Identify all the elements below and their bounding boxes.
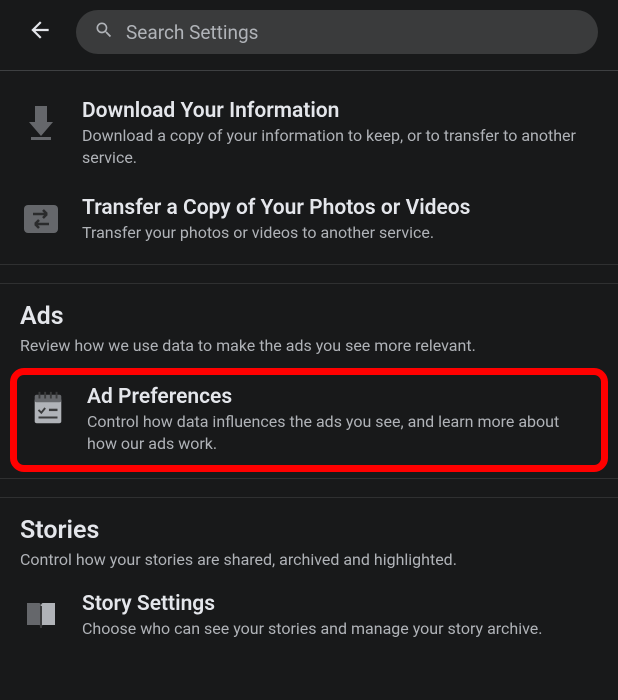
- download-icon: [20, 101, 62, 143]
- item-text: Download Your Information Download a cop…: [82, 99, 598, 168]
- search-placeholder: Search Settings: [126, 21, 258, 44]
- section-description: Control how your stories are shared, arc…: [20, 549, 598, 571]
- story-settings-item[interactable]: Story Settings Choose who can see your s…: [0, 578, 618, 654]
- item-text: Story Settings Choose who can see your s…: [82, 592, 598, 640]
- arrow-left-icon: [27, 17, 53, 47]
- item-text: Ad Preferences Control how data influenc…: [87, 385, 591, 454]
- item-title: Download Your Information: [82, 99, 598, 123]
- transfer-copy-item[interactable]: Transfer a Copy of Your Photos or Videos…: [0, 182, 618, 258]
- item-title: Ad Preferences: [87, 385, 591, 409]
- item-description: Download a copy of your information to k…: [82, 125, 598, 168]
- book-icon: [20, 594, 62, 636]
- item-description: Control how data influences the ads you …: [87, 411, 591, 454]
- item-description: Choose who can see your stories and mana…: [82, 618, 598, 640]
- item-text: Transfer a Copy of Your Photos or Videos…: [82, 196, 598, 244]
- section-divider: [0, 264, 618, 284]
- ad-preferences-item[interactable]: Ad Preferences Control how data influenc…: [17, 375, 601, 464]
- item-description: Transfer your photos or videos to anothe…: [82, 222, 598, 244]
- back-button[interactable]: [20, 12, 60, 52]
- item-title: Transfer a Copy of Your Photos or Videos: [82, 196, 598, 220]
- settings-list: Download Your Information Download a cop…: [0, 71, 618, 654]
- section-description: Review how we use data to make the ads y…: [20, 335, 598, 357]
- search-icon: [94, 20, 114, 44]
- section-divider: [0, 478, 618, 498]
- section-title: Stories: [20, 516, 598, 545]
- stories-section-header: Stories Control how your stories are sha…: [0, 498, 618, 579]
- search-box[interactable]: Search Settings: [76, 10, 598, 54]
- download-information-item[interactable]: Download Your Information Download a cop…: [0, 85, 618, 182]
- highlighted-item: Ad Preferences Control how data influenc…: [10, 368, 608, 471]
- transfer-icon: [20, 198, 62, 240]
- header: Search Settings: [0, 0, 618, 71]
- notepad-icon: [29, 387, 67, 429]
- ads-section-header: Ads Review how we use data to make the a…: [0, 284, 618, 365]
- section-title: Ads: [20, 302, 598, 331]
- item-title: Story Settings: [82, 592, 598, 616]
